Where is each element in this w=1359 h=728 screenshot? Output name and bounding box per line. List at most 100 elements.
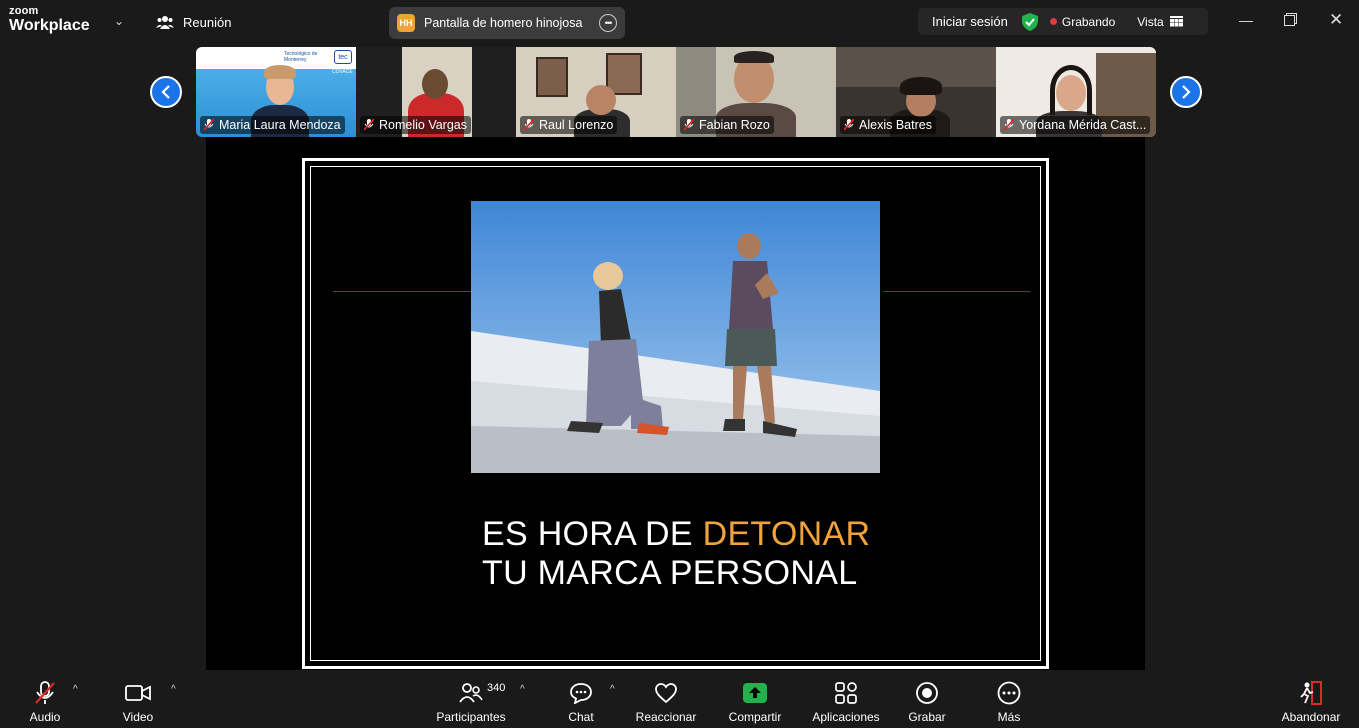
shared-screen-title: Pantalla de homero hinojosa — [424, 16, 583, 30]
participants-count: 340 — [487, 682, 506, 694]
react-button[interactable]: Reaccionar — [636, 670, 696, 728]
more-options-icon[interactable]: ••• — [599, 14, 617, 32]
person-hair — [734, 51, 774, 63]
meeting-toolbar: Audio ^ Video ^ Participantes 340 ^ Chat… — [0, 670, 1359, 728]
view-label: Vista — [1137, 14, 1164, 29]
mic-muted-icon — [204, 119, 214, 131]
meeting-label: Reunión — [183, 14, 232, 30]
next-page-button[interactable] — [1170, 76, 1202, 108]
participants-button[interactable]: Participantes — [436, 670, 506, 728]
participant-tile[interactable]: Alexis Batres — [836, 47, 996, 137]
participant-name-tag: Raul Lorenzo — [520, 116, 618, 134]
participant-name-tag: Romelio Vargas — [360, 116, 472, 134]
participant-name-tag: Yordana Mérida Cast... — [1000, 116, 1151, 134]
restore-icon[interactable] — [1284, 13, 1297, 26]
brand-badge: tec — [334, 50, 352, 64]
video-gallery-strip: Tecnológico de Monterrey tec COVACE Mari… — [196, 47, 1156, 137]
leave-door-icon — [1300, 681, 1322, 705]
share-screen-icon — [743, 683, 767, 703]
headline-accent: DETONAR — [702, 515, 871, 553]
recording-indicator[interactable]: Grabando — [1049, 14, 1116, 29]
record-button[interactable]: Grabar — [906, 670, 948, 728]
recording-label: Grabando — [1061, 14, 1116, 29]
person-hair — [1050, 65, 1092, 115]
chat-bubble-icon — [570, 683, 592, 704]
shared-screen-pill[interactable]: HH Pantalla de homero hinojosa ••• — [389, 7, 625, 39]
mic-muted-icon — [364, 119, 374, 131]
record-label: Grabar — [908, 710, 946, 724]
participant-name-tag: Fabian Rozo — [680, 116, 774, 134]
video-options-caret-icon[interactable]: ^ — [171, 684, 176, 695]
title-bar: zoom Workplace ⌄ Reunión HH Pantalla de … — [0, 0, 1359, 44]
participants-label: Participantes — [436, 710, 506, 724]
headline-prefix: ES HORA DE — [482, 515, 703, 553]
react-label: Reaccionar — [635, 710, 697, 724]
chat-options-caret-icon[interactable]: ^ — [610, 684, 615, 695]
sign-in-button[interactable]: Iniciar sesión — [918, 14, 1008, 29]
video-button[interactable]: Video — [117, 670, 159, 728]
presenter-badge: HH — [397, 14, 415, 32]
people-icon — [156, 16, 174, 29]
chevron-down-icon[interactable]: ⌄ — [114, 14, 124, 28]
leave-label: Abandonar — [1281, 710, 1341, 724]
previous-page-button[interactable] — [150, 76, 182, 108]
chevron-right-icon — [1182, 85, 1191, 99]
participant-name: Romelio Vargas — [379, 118, 468, 132]
slide-divider-line — [333, 291, 474, 292]
more-label: Más — [997, 710, 1021, 724]
audio-label: Audio — [29, 710, 61, 724]
headline-line2: TU MARCA PERSONAL — [482, 554, 858, 592]
participants-icon — [459, 683, 483, 703]
participant-name: Alexis Batres — [859, 118, 932, 132]
brand-small: COVACE — [332, 69, 353, 75]
participant-name-tag: Maria Laura Mendoza — [200, 116, 345, 134]
person-face — [586, 85, 616, 115]
audio-button[interactable]: Audio — [24, 670, 66, 728]
wall-picture — [536, 57, 568, 97]
top-right-group: Iniciar sesión Grabando Vista — [918, 8, 1208, 35]
person-hair — [900, 77, 942, 95]
video-label: Video — [122, 710, 154, 724]
record-icon — [916, 682, 938, 704]
mic-muted-icon — [844, 119, 854, 131]
brand-text: Tecnológico de Monterrey — [284, 51, 318, 63]
mic-muted-icon — [684, 119, 694, 131]
grid-view-icon — [1169, 16, 1183, 27]
zoom-logo[interactable]: zoom Workplace — [9, 6, 90, 34]
leave-meeting-button[interactable]: Abandonar — [1279, 670, 1343, 728]
chevron-left-icon — [161, 85, 170, 99]
shield-check-icon[interactable] — [1021, 12, 1038, 31]
participant-name: Raul Lorenzo — [539, 118, 614, 132]
logo-line2: Workplace — [9, 17, 90, 34]
apps-label: Aplicaciones — [812, 710, 880, 724]
more-dots-icon — [997, 681, 1021, 705]
participant-name: Fabian Rozo — [699, 118, 770, 132]
participant-tile[interactable]: Tecnológico de Monterrey tec COVACE Mari… — [196, 47, 356, 137]
more-button[interactable]: Más — [993, 670, 1025, 728]
participant-tile[interactable]: Yordana Mérida Cast... — [996, 47, 1156, 137]
apps-button[interactable]: Aplicaciones — [810, 670, 882, 728]
meeting-info-button[interactable]: Reunión — [156, 12, 231, 32]
mic-muted-icon — [524, 119, 534, 131]
video-camera-icon — [125, 685, 151, 701]
participant-tile[interactable]: Fabian Rozo — [676, 47, 836, 137]
audio-options-caret-icon[interactable]: ^ — [73, 684, 78, 695]
logo-line1: zoom — [9, 5, 39, 17]
view-button[interactable]: Vista — [1137, 14, 1183, 29]
apps-grid-icon — [835, 682, 857, 704]
slide-divider-line — [883, 291, 1030, 292]
minimize-icon[interactable]: — — [1239, 12, 1253, 28]
participant-name: Yordana Mérida Cast... — [1019, 118, 1147, 132]
chat-label: Chat — [568, 710, 594, 724]
chat-button[interactable]: Chat — [563, 670, 599, 728]
share-label: Compartir — [728, 710, 782, 724]
participant-tile[interactable]: Romelio Vargas — [356, 47, 516, 137]
person-hair — [264, 65, 296, 79]
slide-photo — [471, 201, 880, 473]
share-screen-button[interactable]: Compartir — [726, 670, 784, 728]
participants-options-caret-icon[interactable]: ^ — [520, 684, 525, 695]
mic-muted-icon — [1004, 119, 1014, 131]
participant-tile[interactable]: Raul Lorenzo — [516, 47, 676, 137]
close-icon[interactable]: ✕ — [1329, 10, 1343, 30]
person-face — [422, 69, 448, 99]
